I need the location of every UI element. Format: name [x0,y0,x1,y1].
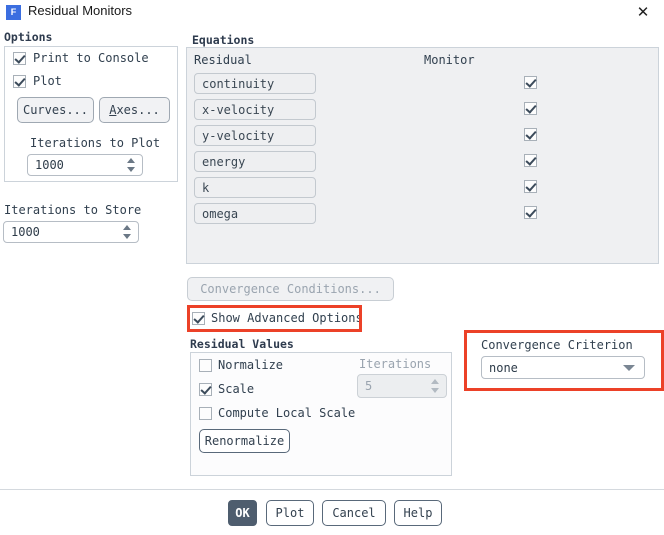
plot-button[interactable]: Plot [266,500,314,526]
show-advanced-options-checkbox[interactable] [192,312,205,325]
table-row[interactable]: continuity [194,73,316,94]
iterations-spinner[interactable] [431,378,440,394]
residual-name: k [202,180,210,195]
monitor-column-header: Monitor [424,53,475,67]
convergence-criterion-label: Convergence Criterion [481,338,633,352]
axes-button-rest: xes... [116,103,160,117]
plot-label: Plot [33,74,62,88]
convergence-criterion-select[interactable]: none [481,356,645,379]
monitor-checkbox[interactable] [524,180,537,193]
print-to-console-label: Print to Console [33,51,149,65]
monitor-checkbox[interactable] [524,206,537,219]
convergence-conditions-button[interactable]: Convergence Conditions... [187,277,394,301]
residual-name: omega [202,206,239,221]
plot-checkbox[interactable] [13,75,26,88]
iterations-to-plot-input[interactable]: 1000 [27,154,143,176]
iterations-label: Iterations [359,357,432,371]
footer-divider [0,489,664,490]
iterations-to-store-input[interactable]: 1000 [3,221,139,243]
table-row[interactable]: x-velocity [194,99,316,120]
iterations-to-store-label: Iterations to Store [4,203,142,217]
table-row[interactable]: energy [194,151,316,172]
table-row[interactable]: omega [194,203,316,224]
axes-button[interactable]: Axes... [99,97,170,123]
iterations-to-store-spinner[interactable] [123,224,132,240]
iterations-value: 5 [365,379,373,393]
iterations-to-plot-spinner[interactable] [127,157,136,173]
cancel-button[interactable]: Cancel [322,500,386,526]
residual-monitors-dialog: F Residual Monitors ✕ Options Print to C… [0,0,664,535]
monitor-checkbox[interactable] [524,102,537,115]
curves-button[interactable]: Curves... [17,97,94,123]
axes-button-mnemonic: A [109,103,117,117]
window-title: Residual Monitors [28,3,133,18]
compute-local-scale-label: Compute Local Scale [218,406,356,420]
iterations-input[interactable]: 5 [357,374,447,398]
options-group-title: Options [4,30,53,44]
show-advanced-options-label: Show Advanced Options [211,311,363,325]
help-button[interactable]: Help [394,500,442,526]
residual-name: energy [202,154,246,169]
equations-group-title: Equations [192,33,255,47]
monitor-checkbox[interactable] [524,154,537,167]
title-bar: F Residual Monitors ✕ [0,0,664,25]
residual-name: continuity [202,76,275,91]
close-icon[interactable]: ✕ [630,2,656,23]
table-row[interactable]: k [194,177,316,198]
monitor-checkbox[interactable] [524,76,537,89]
monitor-checkbox[interactable] [524,128,537,141]
iterations-to-plot-label: Iterations to Plot [30,136,161,150]
chevron-down-icon[interactable] [623,364,635,371]
scale-checkbox[interactable] [199,383,212,396]
table-row[interactable]: y-velocity [194,125,316,146]
iterations-to-plot-value: 1000 [35,158,64,172]
residual-column-header: Residual [194,53,252,67]
residual-name: x-velocity [202,102,275,117]
residual-name: y-velocity [202,128,275,143]
normalize-label: Normalize [218,358,284,372]
residual-values-group-title: Residual Values [190,337,294,351]
ok-button[interactable]: OK [228,500,257,526]
convergence-criterion-value: none [489,360,518,375]
renormalize-button[interactable]: Renormalize [199,429,290,453]
app-icon: F [6,5,21,20]
compute-local-scale-checkbox[interactable] [199,407,212,420]
normalize-checkbox[interactable] [199,359,212,372]
iterations-to-store-value: 1000 [11,225,40,239]
scale-label: Scale [218,382,255,396]
print-to-console-checkbox[interactable] [13,52,26,65]
